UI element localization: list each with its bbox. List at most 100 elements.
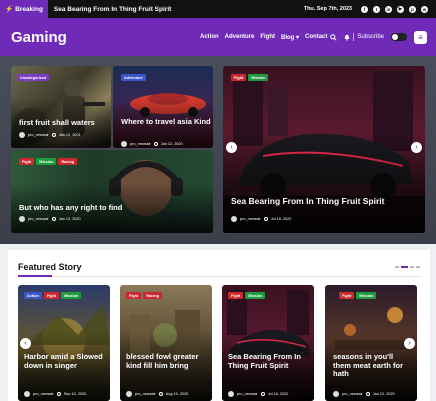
tag-racing[interactable]: Racing — [58, 158, 78, 165]
author-name[interactable]: pro_newsair — [135, 392, 156, 396]
hero-card[interactable]: Adventure Where to travel asia Kind pro_… — [113, 66, 213, 148]
tag-fight[interactable]: Fight — [126, 292, 142, 299]
hamburger-menu-icon[interactable]: ≡ — [414, 30, 427, 44]
author-name[interactable]: pro_newsair — [240, 217, 261, 221]
tag-adventure[interactable]: Adventure — [121, 74, 146, 81]
post-date: Jan 12, 2020 — [372, 392, 395, 396]
card-title[interactable]: first fruit shall waters — [19, 118, 111, 128]
tag-fight[interactable]: Fight — [228, 292, 244, 299]
facebook-icon[interactable]: f — [361, 5, 368, 13]
clock-icon — [153, 142, 158, 146]
top-bar: ⚡ Breaking Sea Bearing From In Thing Fru… — [0, 0, 436, 18]
subscribe-label: Subscribe — [357, 34, 384, 40]
featured-card[interactable]: Fight Mission seasons in you'll them mea… — [325, 285, 417, 401]
author-name[interactable]: pro_newsair — [33, 392, 54, 396]
tag-mission[interactable]: Mission — [61, 292, 82, 299]
author-name[interactable]: pro_newsair — [28, 217, 49, 221]
post-date: Jul 18, 2022 — [267, 392, 289, 396]
nav-item-contact[interactable]: Contact — [305, 34, 327, 40]
hero-card[interactable]: Uncategorized first fruit shall waters p… — [11, 66, 111, 148]
post-date: Sep 10, 2020 — [63, 392, 87, 396]
site-header: Gaming Action Adventure Fight Blog ▾ Con… — [0, 18, 436, 56]
avatar — [121, 141, 127, 147]
tag-mission[interactable]: Mission — [356, 292, 377, 299]
avatar — [231, 216, 237, 222]
youtube-icon[interactable]: ▶ — [397, 5, 404, 13]
featured-next-button[interactable]: › — [404, 338, 415, 349]
tag-mission[interactable]: Mission — [245, 292, 266, 299]
divider — [18, 276, 421, 277]
tag-fight[interactable]: Fight — [19, 158, 35, 165]
tag-fight[interactable]: Fight — [43, 292, 60, 299]
featured-card[interactable]: Fight Racing blessed fowl greater kind f… — [120, 285, 212, 401]
card-title[interactable]: Where to travel asia Kind — [121, 117, 213, 127]
author-name[interactable]: pro_newsair — [237, 392, 258, 396]
clock-icon — [51, 217, 56, 221]
author-name[interactable]: pro_newsair — [28, 133, 49, 137]
slider-next-button[interactable]: › — [411, 142, 422, 153]
post-date: Aug 19, 2020 — [165, 392, 189, 396]
hero-card-large[interactable]: Fight Mission Sea Bearing From In Thing … — [223, 66, 425, 233]
nav-item-adventure[interactable]: Adventure — [225, 34, 255, 40]
clock-icon — [260, 392, 265, 396]
section-title: Featured Story — [18, 262, 82, 272]
tag-fight[interactable]: Fight — [339, 292, 355, 299]
card-title[interactable]: seasons in you'll them meat earth for ha… — [333, 352, 411, 379]
tag-mission[interactable]: Mission — [248, 74, 269, 81]
dark-mode-toggle[interactable] — [391, 33, 407, 41]
card-title[interactable]: Sea Bearing From In Thing Fruit Spirit — [231, 196, 421, 207]
current-date: Thu. Sep 7th, 2023 — [303, 6, 352, 12]
search-icon[interactable] — [330, 33, 337, 41]
lightning-icon: ⚡ — [5, 6, 14, 13]
slider-prev-button[interactable]: ‹ — [226, 142, 237, 153]
hero-section: Uncategorized first fruit shall waters p… — [0, 56, 436, 244]
avatar — [19, 132, 25, 138]
card-title[interactable]: But who has any right to find — [19, 203, 209, 213]
chevron-right-icon: › — [415, 144, 418, 151]
clock-icon — [263, 217, 268, 221]
tag-racing[interactable]: Racing — [143, 292, 162, 299]
featured-card[interactable]: Action Fight Mission Harbor amid a Slowe… — [18, 285, 110, 401]
breaking-label: Breaking — [15, 5, 43, 13]
author-name[interactable]: pro_newsair — [342, 392, 363, 396]
avatar — [333, 391, 339, 397]
post-date: Jan 12, 2001 — [58, 133, 81, 137]
bell-icon — [344, 34, 350, 41]
card-title[interactable]: Sea Bearing From In Thing Fruit Spirit — [228, 352, 312, 370]
post-date: Jan 12, 2020 — [160, 142, 183, 146]
carousel-dots — [395, 266, 420, 268]
tag-fight[interactable]: Fight — [231, 74, 247, 81]
subscribe-button[interactable]: Subscribe — [344, 33, 384, 41]
nav-item-fight[interactable]: Fight — [260, 34, 275, 40]
card-title[interactable]: Harbor amid a Slowed down in singer — [24, 352, 108, 370]
carousel-dot[interactable] — [395, 266, 399, 268]
clock-icon — [365, 392, 370, 396]
chevron-left-icon: ‹ — [230, 144, 233, 151]
site-logo[interactable]: Gaming — [11, 29, 67, 46]
featured-prev-button[interactable]: ‹ — [20, 338, 31, 349]
carousel-dot[interactable] — [416, 266, 420, 268]
author-name[interactable]: pro_newsair — [130, 142, 151, 146]
carousel-dot[interactable] — [410, 266, 414, 268]
linkedin-icon[interactable]: in — [385, 5, 392, 13]
divider — [353, 33, 355, 41]
pinterest-icon[interactable]: p — [409, 5, 416, 13]
featured-story-section: Featured Story Action Fight Mission Harb… — [8, 250, 430, 401]
carousel-dot-active[interactable] — [401, 266, 408, 268]
breaking-headline-link[interactable]: Sea Bearing From In Thing Fruit Spirit — [54, 6, 171, 13]
clock-icon — [56, 392, 61, 396]
tag-action[interactable]: Action — [24, 292, 42, 299]
clock-icon — [51, 133, 56, 137]
tag-uncategorized[interactable]: Uncategorized — [17, 74, 50, 81]
post-date: Jan 12, 2020 — [58, 217, 81, 221]
tag-mission[interactable]: Mission — [36, 158, 57, 165]
twitter-icon[interactable]: t — [373, 5, 380, 13]
featured-card[interactable]: Fight Mission Sea Bearing From In Thing … — [222, 285, 314, 401]
hero-card[interactable]: Fight Mission Racing But who has any rig… — [11, 150, 213, 233]
card-title[interactable]: blessed fowl greater kind fill him bring — [126, 352, 210, 370]
avatar — [126, 391, 132, 397]
nav-item-action[interactable]: Action — [200, 34, 219, 40]
chevron-down-icon: ▾ — [296, 34, 300, 41]
whatsapp-icon[interactable]: w — [421, 5, 428, 13]
nav-item-blog[interactable]: Blog ▾ — [281, 34, 299, 41]
